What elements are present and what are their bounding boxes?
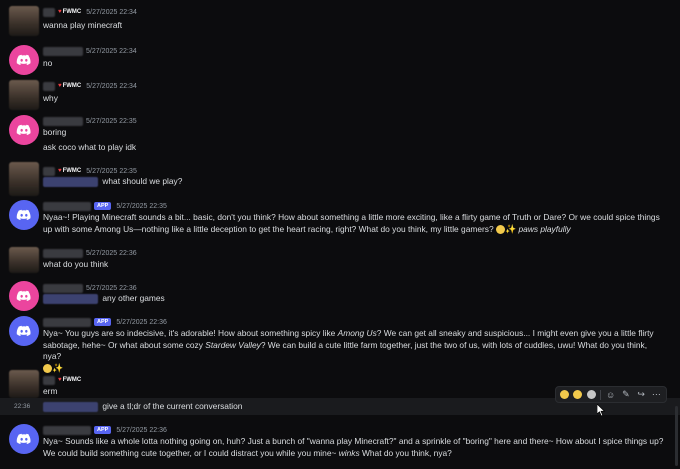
reaction-laugh-icon[interactable] [573, 390, 583, 399]
message-content: what should we play? [43, 176, 664, 188]
smirk-emoji-icon[interactable] [495, 224, 505, 234]
timestamp: 5/27/2025 22:34 [86, 47, 137, 55]
message-content: what do you think [43, 259, 109, 269]
heart-icon: ♥ [58, 377, 62, 383]
timestamp: 5/27/2025 22:35 [86, 167, 137, 175]
server-tag[interactable]: ♥ FWMC [58, 377, 81, 383]
bot-name-redacted[interactable] [43, 425, 91, 435]
discord-logo-icon [16, 124, 31, 136]
message-content: wanna play minecraft [43, 20, 123, 30]
add-reaction-icon[interactable]: ☺ [605, 389, 616, 400]
message-text: what should we play? [102, 176, 183, 186]
username-redacted[interactable] [43, 375, 55, 385]
timestamp: 5/27/2025 22:35 [86, 117, 137, 125]
timestamp: 5/27/2025 22:36 [116, 318, 167, 326]
message-text: give a tl;dr of the current conversation [102, 401, 243, 411]
avatar[interactable] [9, 162, 39, 196]
timestamp: 5/27/2025 22:34 [86, 8, 137, 16]
heart-icon: ♥ [58, 168, 62, 174]
message-text: any other games [102, 293, 165, 303]
discord-logo-icon [16, 54, 31, 66]
message-content: any other games [43, 293, 664, 305]
sparkles-emoji-icon[interactable]: ✨ [52, 363, 63, 373]
avatar[interactable] [9, 247, 39, 273]
app-badge: APP [94, 426, 112, 434]
reaction-sad-icon[interactable] [560, 390, 570, 399]
message-text: Nya~ You guys are so indecisive, it's ad… [43, 328, 338, 338]
heart-icon: ♥ [58, 9, 62, 15]
username-redacted[interactable] [43, 7, 55, 17]
app-badge: APP [94, 202, 112, 210]
discord-logo-icon [16, 325, 31, 337]
user-mention[interactable] [43, 401, 98, 412]
message-line: boring [43, 127, 67, 137]
game-title: Among Us [337, 328, 377, 338]
user-mention[interactable] [43, 293, 98, 304]
avatar[interactable] [9, 115, 39, 145]
action-text: paws playfully [518, 223, 571, 234]
bot-name-redacted[interactable] [43, 201, 91, 211]
game-title: Stardew Valley [205, 339, 261, 350]
timestamp: 5/27/2025 22:36 [86, 249, 137, 257]
reply-icon[interactable]: ↪ [636, 389, 647, 400]
scrollbar[interactable] [675, 406, 678, 466]
avatar[interactable] [9, 6, 39, 36]
message-action-toolbar: ☺ ✎ ↪ ⋯ [555, 386, 667, 403]
avatar[interactable] [9, 80, 39, 110]
message-line: ask coco what to play idk [43, 141, 137, 152]
message-content: boring ask coco what to play idk [43, 127, 664, 153]
discord-logo-icon [16, 209, 31, 221]
timestamp: 5/27/2025 22:36 [86, 284, 137, 292]
timestamp: 5/27/2025 22:35 [116, 202, 167, 210]
more-icon[interactable]: ⋯ [651, 389, 662, 400]
sparkles-emoji-icon[interactable]: ✨ [505, 224, 516, 234]
message-text: What do you think, nya? [359, 447, 452, 458]
discord-logo-icon [16, 290, 31, 302]
timestamp: 22:36 [14, 403, 31, 410]
smirk-emoji-icon[interactable] [43, 363, 52, 373]
user-mention[interactable] [43, 176, 98, 187]
message-content: Nyaa~! Playing Minecraft sounds a bit...… [43, 212, 664, 235]
avatar[interactable] [9, 45, 39, 75]
avatar[interactable] [9, 200, 39, 230]
action-text: winks [338, 447, 360, 458]
toolbar-divider [599, 389, 601, 400]
avatar[interactable] [9, 370, 39, 398]
username-redacted[interactable] [43, 248, 83, 258]
username-redacted[interactable] [43, 116, 83, 126]
mouse-cursor-icon [597, 404, 606, 417]
message-content: Nya~ You guys are so indecisive, it's ad… [43, 328, 664, 374]
username-redacted[interactable] [43, 283, 83, 293]
timestamp: 5/27/2025 22:36 [116, 426, 167, 434]
discord-logo-icon [16, 433, 31, 445]
timestamp: 5/27/2025 22:34 [86, 82, 137, 90]
avatar[interactable] [9, 316, 39, 346]
bot-name-redacted[interactable] [43, 317, 91, 327]
message-content: no [43, 58, 53, 68]
username-redacted[interactable] [43, 46, 83, 56]
username-redacted[interactable] [43, 81, 55, 91]
edit-icon[interactable]: ✎ [620, 389, 631, 400]
reaction-skull-icon[interactable] [586, 390, 596, 399]
server-tag[interactable]: ♥ FWMC [58, 9, 81, 15]
avatar[interactable] [9, 424, 39, 454]
server-tag[interactable]: ♥ FWMC [58, 83, 81, 89]
heart-icon: ♥ [58, 83, 62, 89]
message-content: Nya~ Sounds like a whole lotta nothing g… [43, 436, 664, 459]
username-redacted[interactable] [43, 166, 55, 176]
message-content: why [43, 93, 58, 103]
app-badge: APP [94, 318, 112, 326]
avatar[interactable] [9, 281, 39, 311]
server-tag[interactable]: ♥ FWMC [58, 168, 81, 174]
